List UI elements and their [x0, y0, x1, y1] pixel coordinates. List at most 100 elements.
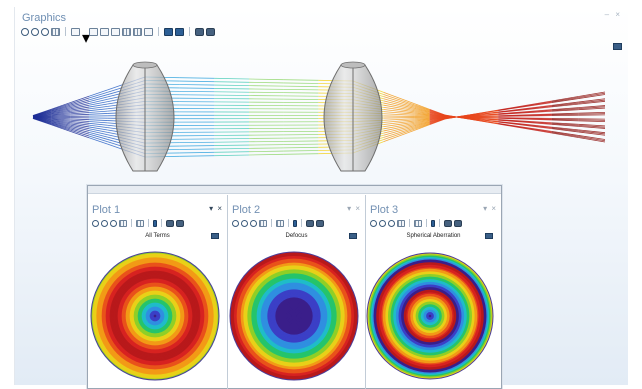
ray-segment — [70, 118, 90, 121]
ray-segment — [248, 147, 284, 149]
plot-side-panel-icon[interactable] — [211, 233, 219, 239]
ray-segment — [248, 153, 284, 156]
plot-title[interactable]: Plot 2 — [232, 204, 260, 216]
ray-segment — [248, 78, 284, 81]
zoom-out-icon[interactable] — [241, 219, 248, 227]
zoom-in-icon[interactable] — [92, 219, 99, 227]
plot-panel-3[interactable]: Plot 3 ▾ × Spherical Aberration — [365, 195, 501, 389]
ray-segment — [70, 130, 90, 139]
ray-segment — [88, 122, 108, 126]
ray-segment — [88, 121, 108, 124]
zoom-in-icon[interactable] — [370, 219, 377, 227]
ray-segment — [283, 153, 319, 155]
ray-segment — [214, 151, 250, 153]
ray-segment — [88, 108, 108, 112]
plot-toolbar — [370, 219, 462, 227]
ray-segment — [283, 150, 319, 152]
ray-segment — [283, 85, 319, 88]
ray-segment — [551, 97, 579, 103]
wavefront-disc-all-terms — [90, 251, 220, 381]
plot-subtitle: Spherical Aberration — [406, 233, 461, 239]
ray-segment — [383, 109, 400, 112]
camera-icon[interactable] — [306, 219, 314, 227]
ray-segment — [88, 130, 108, 136]
zoom-box-icon[interactable] — [388, 219, 395, 227]
ray-segment — [283, 146, 319, 149]
ray-segment — [179, 155, 215, 157]
ray-segment — [383, 113, 400, 115]
ray-segment — [283, 82, 319, 84]
ray-trace-view[interactable] — [15, 7, 629, 197]
plot-side-panel-icon[interactable] — [485, 233, 493, 239]
wavefront-disc-defocus — [229, 251, 359, 381]
plot-toolbar — [92, 219, 184, 227]
camera-icon[interactable] — [444, 219, 452, 227]
camera-icon[interactable] — [166, 219, 174, 227]
grid-icon[interactable] — [276, 219, 284, 227]
ray-segment — [214, 84, 250, 87]
plot-window-controls[interactable]: ▾ × — [209, 204, 223, 213]
plot-group-window: Plot 1 ▾ × All Terms Plot 2 ▾ × Defocus … — [87, 185, 502, 389]
wavefront-ring — [153, 314, 157, 318]
grid-icon[interactable] — [414, 219, 422, 227]
ray-segment — [524, 101, 552, 107]
ray-segment — [179, 77, 215, 79]
ray-segment — [383, 122, 400, 125]
zoom-box-icon[interactable] — [110, 219, 117, 227]
plot-title[interactable]: Plot 3 — [370, 204, 398, 216]
plot-side-panel-icon[interactable] — [349, 233, 357, 239]
plot-toolbar — [232, 219, 324, 227]
color-legend-icon[interactable] — [293, 219, 297, 227]
plot-subtitle: Defocus — [285, 233, 308, 239]
ray-segment — [179, 80, 215, 83]
grid-icon[interactable] — [136, 219, 144, 227]
ray-segment — [551, 131, 579, 137]
plot-title[interactable]: Plot 1 — [92, 204, 120, 216]
ray-segment — [179, 148, 215, 150]
lens-2 — [323, 61, 383, 172]
ray-segment — [70, 95, 90, 104]
ray-segment — [214, 154, 250, 157]
zoom-extents-icon[interactable] — [397, 219, 405, 227]
ray-segment — [578, 113, 606, 115]
ray-segment — [248, 150, 284, 153]
print-icon[interactable] — [316, 219, 324, 227]
ray-segment — [248, 81, 284, 84]
ray-segment — [88, 98, 108, 104]
ray-segment — [383, 119, 400, 121]
ray-segment — [248, 85, 284, 87]
wavefront-ring — [428, 314, 432, 318]
ray-segment — [88, 119, 108, 121]
plot-group-titlebar[interactable] — [88, 186, 501, 194]
print-icon[interactable] — [176, 219, 184, 227]
zoom-extents-icon[interactable] — [259, 219, 267, 227]
ray-segment — [70, 113, 90, 116]
wavefront-disc-spherical — [366, 252, 494, 380]
zoom-box-icon[interactable] — [250, 219, 257, 227]
ray-segment — [179, 151, 215, 154]
plot-panel-1[interactable]: Plot 1 ▾ × All Terms — [88, 195, 227, 389]
plot-panel-2[interactable]: Plot 2 ▾ × Defocus — [227, 195, 365, 389]
plot-window-controls[interactable]: ▾ × — [347, 204, 361, 213]
wavefront-ring — [292, 314, 296, 318]
zoom-out-icon[interactable] — [379, 219, 386, 227]
zoom-out-icon[interactable] — [101, 219, 108, 227]
ray-segment — [88, 113, 108, 115]
ray-segment — [578, 119, 606, 121]
zoom-extents-icon[interactable] — [119, 219, 127, 227]
ray-segment — [383, 129, 400, 134]
plot-window-controls[interactable]: ▾ × — [483, 204, 497, 213]
ray-segment — [88, 110, 108, 113]
plot-subtitle: All Terms — [145, 233, 170, 239]
ray-segment — [214, 77, 250, 80]
lens-1 — [115, 61, 175, 172]
zoom-in-icon[interactable] — [232, 219, 239, 227]
ray-segment — [179, 84, 215, 86]
ray-segment — [214, 81, 250, 83]
print-icon[interactable] — [454, 219, 462, 227]
ray-segment — [283, 79, 319, 81]
color-legend-icon[interactable] — [431, 219, 435, 227]
ray-segment — [398, 118, 415, 120]
color-legend-icon[interactable] — [153, 219, 157, 227]
ray-segment — [524, 127, 552, 133]
